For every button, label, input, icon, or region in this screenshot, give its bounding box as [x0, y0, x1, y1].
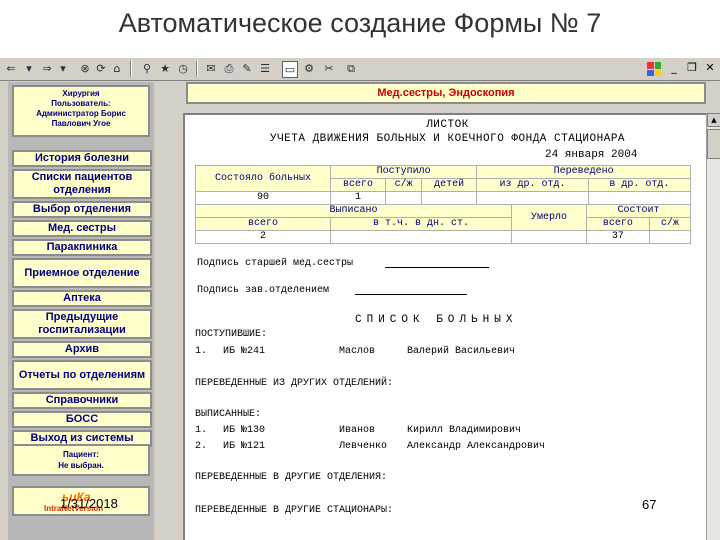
user-info-box: Хирургия Пользователь: Администратор Бор… — [12, 85, 150, 137]
menu-item-history[interactable]: История болезни — [12, 150, 152, 167]
back-icon[interactable]: ⇐ — [4, 61, 18, 76]
section-to-other: ПЕРЕВЕДЕННЫЕ В ДРУГИЕ ОТДЕЛЕНИЯ: — [195, 472, 388, 483]
value-admitted-total: 1 — [329, 191, 387, 205]
row-number: 1. — [195, 346, 208, 357]
tools-icon[interactable]: ⚙ — [302, 61, 316, 76]
doc-title: ЛИСТОК — [426, 119, 469, 131]
doc-date: 24 января 2004 — [545, 149, 638, 161]
header-discharged-total: всего — [195, 217, 331, 231]
value-remain: 37 — [586, 230, 650, 244]
user-label: Пользователь: — [51, 99, 111, 108]
header-state: Состояло больных — [195, 165, 331, 192]
history-icon[interactable]: ◷ — [176, 61, 190, 76]
header-to-other: в др. отд. — [587, 178, 692, 192]
row-last-name: Левченко — [339, 441, 388, 452]
signature-head-label: Подпись зав.отделением — [197, 285, 330, 296]
dropdown-icon[interactable]: ▾ — [56, 61, 70, 76]
header-from-other: из др. отд. — [476, 178, 589, 192]
patient-box: Пациент: Не выбран. — [12, 444, 150, 476]
menu-item-select-department[interactable]: Выбор отделения — [12, 201, 152, 218]
discuss-icon[interactable]: ☰ — [258, 61, 272, 76]
signature-head-line — [355, 294, 467, 295]
forward-icon[interactable]: ⇒ — [40, 61, 54, 76]
header-children: детей — [421, 178, 478, 192]
main-menu: История болезни Списки пациентов отделен… — [12, 150, 152, 449]
favorites-icon[interactable]: ★ — [158, 61, 172, 76]
windows-logo-icon — [647, 62, 661, 76]
left-navigation-frame: Хирургия Пользователь: Администратор Бор… — [8, 82, 154, 540]
department-label: Хирургия — [62, 89, 100, 98]
row-first-name: Александр Александрович — [407, 441, 546, 452]
section-to-hospital: ПЕРЕВЕДЕННЫЕ В ДРУГИЕ СТАЦИОНАРЫ: — [195, 505, 394, 516]
edit-icon[interactable]: ✎ — [240, 61, 254, 76]
row-number: 2. — [195, 441, 208, 452]
patient-label: Пациент: — [63, 450, 99, 459]
menu-item-boss[interactable]: БОСС — [12, 411, 152, 428]
header-remain-sj: с/ж — [648, 217, 692, 231]
section-from-other: ПЕРЕВЕДЕННЫЕ ИЗ ДРУГИХ ОТДЕЛЕНИЙ: — [195, 378, 394, 389]
header-total: всего — [329, 178, 387, 192]
signature-nurse-line — [385, 267, 489, 268]
refresh-icon[interactable]: ⟳ — [94, 61, 108, 76]
row-first-name: Кирилл Владимирович — [407, 425, 522, 436]
header-died: Умерло — [511, 204, 587, 231]
menu-item-paraclinic[interactable]: Паракпиника — [12, 239, 152, 256]
header-remain-total: всего — [586, 217, 650, 231]
close-icon[interactable]: ✕ — [702, 60, 718, 76]
menu-item-nurses[interactable]: Мед. сестры — [12, 220, 152, 237]
header-discharged: Выписано — [195, 204, 512, 218]
menu-item-archive[interactable]: Архив — [12, 341, 152, 358]
row-ib: ИБ №241 — [223, 346, 266, 357]
vertical-scrollbar[interactable]: ▲ — [706, 113, 720, 540]
user-name: Администратор Борис — [36, 109, 126, 118]
header-admitted: Поступило — [329, 165, 478, 179]
patient-list-title: СПИСОК БОЛЬНЫХ — [355, 314, 518, 326]
section-admitted: ПОСТУПИВШИЕ: — [195, 329, 268, 340]
discharge-table: Выписано Умерло Состоит всего в т.ч. в д… — [195, 204, 692, 244]
signature-nurse-label: Подпись старшей мед.сестры — [197, 258, 354, 269]
report-document: ЛИСТОК УЧЕТА ДВИЖЕНИЯ БОЛЬНЫХ И КОЕЧНОГО… — [183, 113, 708, 540]
scroll-up-icon[interactable]: ▲ — [707, 113, 720, 127]
value-discharged: 2 — [195, 230, 331, 244]
minimize-icon[interactable]: _ — [666, 60, 682, 76]
section-banner: Мед.сестры, Эндоскопия — [186, 82, 706, 104]
print-icon[interactable]: ⎙ — [222, 61, 236, 76]
scroll-thumb[interactable] — [707, 129, 720, 159]
movement-table: Состояло больных Поступило Переведено вс… — [195, 165, 692, 205]
search-icon[interactable]: ⚲ — [140, 61, 154, 76]
header-day-stay: в т.ч. в дн. ст. — [330, 217, 512, 231]
slide-date: 1/31/2018 — [60, 496, 118, 511]
menu-item-patient-lists[interactable]: Списки пациентов отделения — [12, 169, 152, 199]
menu-item-references[interactable]: Справочники — [12, 392, 152, 409]
home-icon[interactable]: ⌂ — [110, 61, 124, 76]
row-ib: ИБ №121 — [223, 441, 266, 452]
mail-icon[interactable]: ✉ — [204, 61, 218, 76]
menu-item-previous-hospitalizations[interactable]: Предыдущие госпитализации — [12, 309, 152, 339]
doc-subtitle: УЧЕТА ДВИЖЕНИЯ БОЛЬНЫХ И КОЕЧНОГО ФОНДА … — [269, 133, 626, 145]
browser-toolbar: ⇐ ▾ ⇒ ▾ ⊗ ⟳ ⌂ ⚲ ★ ◷ ✉ ⎙ ✎ ☰ ▭ ⚙ ✂ ⧉ _ ❐ … — [0, 58, 720, 81]
value-state: 90 — [195, 191, 331, 205]
stop-icon[interactable]: ⊗ — [78, 61, 92, 76]
user-name-2: Павлович Угое — [51, 119, 111, 128]
menu-item-admission[interactable]: Приемное отделение — [12, 258, 152, 288]
header-remain: Состоит — [586, 204, 691, 218]
patient-value: Не выбран. — [58, 461, 104, 470]
copy-icon[interactable]: ⧉ — [344, 61, 358, 76]
dropdown-icon[interactable]: ▾ — [22, 61, 36, 76]
row-number: 1. — [195, 425, 208, 436]
menu-item-reports[interactable]: Отчеты по отделениям — [12, 360, 152, 390]
messenger-icon[interactable]: ▭ — [282, 61, 298, 78]
row-last-name: Иванов — [339, 425, 376, 436]
row-first-name: Валерий Васильевич — [407, 346, 516, 357]
row-last-name: Маслов — [339, 346, 376, 357]
restore-icon[interactable]: ❐ — [684, 60, 700, 76]
cut-icon[interactable]: ✂ — [322, 61, 336, 76]
slide-page-number: 67 — [642, 497, 657, 512]
header-transferred: Переведено — [476, 165, 691, 179]
menu-item-pharmacy[interactable]: Аптека — [12, 290, 152, 307]
header-sj: с/ж — [385, 178, 423, 192]
row-ib: ИБ №130 — [223, 425, 266, 436]
section-discharged: ВЫПИСАННЫЕ: — [195, 409, 262, 420]
slide-title: Автоматическое создание Формы № 7 — [118, 8, 602, 38]
